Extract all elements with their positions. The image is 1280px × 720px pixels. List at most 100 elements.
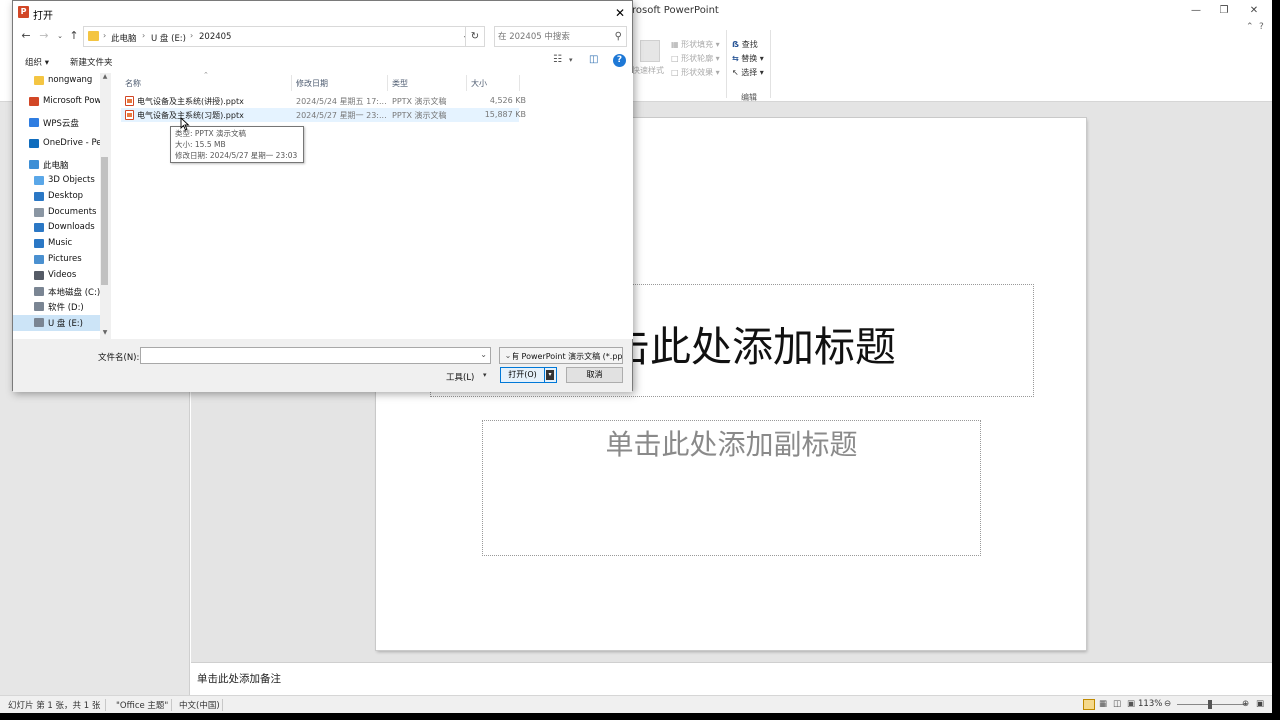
shape-fill-button[interactable]: ▦ 形状填充 ▾ <box>671 39 720 50</box>
restore-icon[interactable]: ❐ <box>1212 3 1236 19</box>
zoom-slider-thumb[interactable] <box>1208 700 1212 709</box>
view-dropdown-icon[interactable]: ▾ <box>569 56 573 64</box>
address-bar-row: ← → ⌄ ↑ › 此电脑 › U 盘 (E:) › 202405 ⌄ ↻ ⚲ <box>13 25 632 49</box>
nav-item[interactable]: Music <box>13 236 105 252</box>
status-separator <box>171 699 172 711</box>
cancel-button[interactable]: 取消 <box>566 367 623 383</box>
ribbon-collapse-icon[interactable]: ⌃ <box>1246 22 1254 32</box>
nav-item-label: Videos <box>48 270 77 280</box>
help-circle-icon[interactable]: ? <box>1259 22 1264 32</box>
slideshow-icon[interactable]: ▣ <box>1127 699 1135 709</box>
nav-item[interactable]: Desktop <box>13 189 105 205</box>
open-button[interactable]: 打开(O) ▾ <box>500 367 557 383</box>
recent-locations-chevron-icon[interactable]: ⌄ <box>53 32 67 40</box>
nav-item-label: 3D Objects <box>48 175 95 185</box>
file-type-dropdown-icon[interactable]: ⌄ <box>503 351 513 360</box>
filename-combobox[interactable]: ⌄ <box>140 347 491 364</box>
scroll-up-icon[interactable]: ▲ <box>100 73 110 80</box>
breadcrumb-chevron-icon[interactable]: › <box>190 31 193 40</box>
breadcrumb-usb-drive[interactable]: U 盘 (E:) <box>151 32 186 44</box>
close-icon[interactable]: ✕ <box>1242 3 1266 19</box>
subtitle-placeholder-text: 单击此处添加副标题 <box>605 428 858 461</box>
reading-view-icon[interactable]: ◫ <box>1113 699 1121 709</box>
column-divider[interactable] <box>466 75 467 91</box>
open-options-dropdown-icon[interactable]: ▾ <box>546 370 554 380</box>
nav-item[interactable]: 此电脑 <box>13 157 105 173</box>
nav-item[interactable]: Downloads <box>13 220 105 236</box>
nav-item[interactable]: 3D Objects <box>13 173 105 189</box>
desktop-icon <box>34 192 44 201</box>
videos-icon <box>34 271 44 280</box>
view-options-icon[interactable]: ☷ <box>553 54 562 65</box>
ribbon-separator <box>770 30 771 98</box>
dialog-close-icon[interactable]: ✕ <box>610 4 630 22</box>
dialog-title-bar[interactable]: P 打开 ✕ <box>13 1 632 25</box>
search-icon[interactable]: ⚲ <box>615 31 622 42</box>
zoom-in-icon[interactable]: ⊕ <box>1242 699 1249 709</box>
nav-item[interactable]: Microsoft Powe <box>13 94 107 110</box>
normal-view-icon[interactable] <box>1083 699 1095 710</box>
breadcrumb-chevron-icon[interactable]: › <box>142 31 145 40</box>
slide-sorter-icon[interactable]: ▦ <box>1099 699 1107 709</box>
quick-styles-button[interactable]: 快速样式 <box>632 65 664 76</box>
scroll-down-icon[interactable]: ▼ <box>100 329 110 336</box>
filename-input[interactable] <box>143 350 473 362</box>
up-arrow-icon[interactable]: ↑ <box>67 29 81 42</box>
usb-drive-icon <box>34 318 44 327</box>
tools-dropdown-icon[interactable]: ▾ <box>483 371 487 379</box>
subtitle-placeholder[interactable]: 单击此处添加副标题 <box>482 420 981 556</box>
nav-item[interactable]: OneDrive - Per <box>13 136 105 152</box>
language-status[interactable]: 中文(中国) <box>179 699 220 711</box>
shape-outline-button[interactable]: □ 形状轮廓 ▾ <box>671 53 720 64</box>
zoom-slider[interactable] <box>1177 704 1247 705</box>
powerpoint-icon <box>29 97 39 106</box>
column-header-size[interactable]: 大小 <box>471 78 487 89</box>
refresh-icon[interactable]: ↻ <box>465 26 485 47</box>
minimize-icon[interactable]: — <box>1184 3 1208 19</box>
back-arrow-icon[interactable]: ← <box>19 29 33 42</box>
nav-item-label: 本地磁盘 (C:) <box>48 288 101 298</box>
forward-arrow-icon[interactable]: → <box>37 29 51 42</box>
breadcrumb-this-pc[interactable]: 此电脑 <box>111 32 137 44</box>
breadcrumb-chevron-icon[interactable]: › <box>103 31 106 40</box>
nav-item[interactable]: Pictures <box>13 252 105 268</box>
nav-item[interactable]: 软件 (D:) <box>13 299 105 315</box>
shape-effects-button[interactable]: □ 形状效果 ▾ <box>671 67 720 78</box>
column-header-name[interactable]: 名称 <box>125 78 141 89</box>
nav-item[interactable]: 本地磁盘 (C:) <box>13 284 105 300</box>
column-divider[interactable] <box>387 75 388 91</box>
file-date: 2024/5/27 星期一 23:... <box>296 111 386 120</box>
pptx-file-icon <box>125 110 134 120</box>
column-header-type[interactable]: 类型 <box>392 78 408 89</box>
find-button[interactable]: ẞ 查找 <box>732 39 758 50</box>
fit-to-window-icon[interactable]: ▣ <box>1256 699 1264 709</box>
organize-button[interactable]: 组织 ▾ <box>25 56 49 68</box>
address-bar[interactable]: › 此电脑 › U 盘 (E:) › 202405 ⌄ <box>83 26 476 47</box>
new-folder-button[interactable]: 新建文件夹 <box>70 56 113 68</box>
zoom-level[interactable]: 113% <box>1138 699 1162 709</box>
breadcrumb-202405[interactable]: 202405 <box>199 32 231 42</box>
help-icon[interactable]: ? <box>613 54 626 67</box>
search-input[interactable] <box>498 30 608 43</box>
navigation-pane-scrollbar[interactable]: ▲ ▼ <box>100 73 110 339</box>
filename-dropdown-icon[interactable]: ⌄ <box>480 350 487 359</box>
notes-pane[interactable]: 单击此处添加备注 <box>191 662 1272 695</box>
nav-item[interactable]: nongwang <box>13 73 105 89</box>
replace-button[interactable]: ⇆ 替换 ▾ <box>732 53 764 64</box>
column-divider[interactable] <box>519 75 520 91</box>
nav-item[interactable]: Videos <box>13 268 105 284</box>
zoom-out-icon[interactable]: ⊖ <box>1164 699 1171 709</box>
column-divider[interactable] <box>291 75 292 91</box>
column-header-date[interactable]: 修改日期 <box>296 78 328 89</box>
nav-item[interactable]: Documents <box>13 205 105 221</box>
select-button[interactable]: ↖ 选择 ▾ <box>732 67 764 78</box>
preview-pane-icon[interactable]: ◫ <box>589 54 598 65</box>
quick-styles-icon[interactable] <box>640 40 660 62</box>
nav-item[interactable]: U 盘 (E:) <box>13 315 105 331</box>
search-box[interactable]: ⚲ <box>494 26 627 47</box>
file-type-select[interactable]: 所有 PowerPoint 演示文稿 (*.pptx ⌄ <box>499 347 623 364</box>
scrollbar-thumb[interactable] <box>101 157 108 285</box>
tools-button[interactable]: 工具(L) <box>446 371 474 383</box>
nav-item[interactable]: WPS云盘 <box>13 115 105 131</box>
file-row[interactable]: 电气设备及主系统(讲授).pptx 2024/5/24 星期五 17:... PPT… <box>121 94 526 108</box>
